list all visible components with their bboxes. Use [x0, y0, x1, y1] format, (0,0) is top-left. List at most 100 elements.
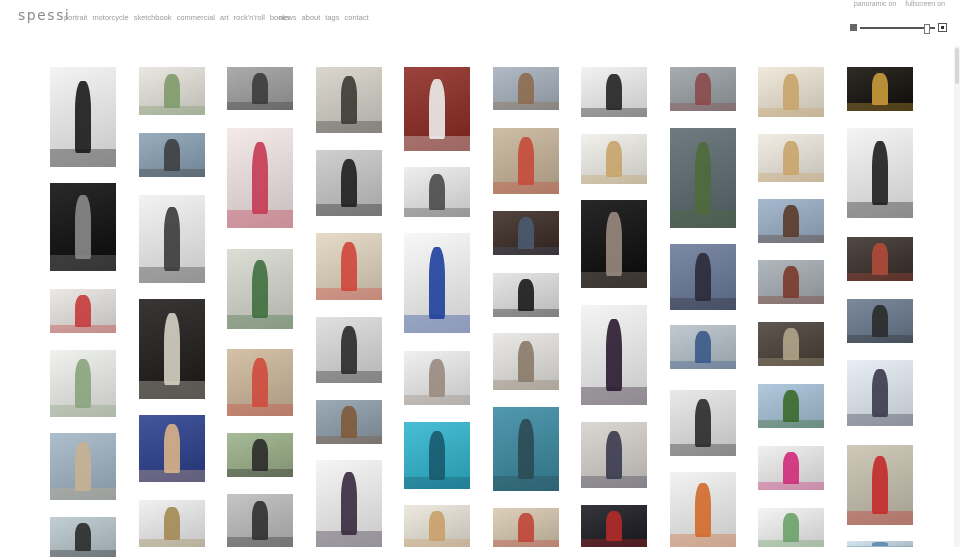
photo-subject — [518, 279, 534, 311]
photo-woman-in-field[interactable] — [670, 128, 736, 228]
photo-tray-red-flower[interactable] — [404, 505, 470, 547]
photo-handlebars-sky[interactable] — [50, 517, 116, 557]
photo-two-boys-at-table[interactable] — [493, 128, 559, 194]
photo-svepp-cans[interactable] — [847, 445, 913, 525]
photo-kitchen-mixer[interactable] — [404, 167, 470, 217]
photo-street-bw[interactable] — [227, 67, 293, 110]
photo-white-book-portrait[interactable] — [404, 351, 470, 405]
photo-subject — [75, 195, 91, 259]
photo-blue-sequin-walker[interactable] — [404, 233, 470, 333]
photo-chopper-bw[interactable] — [493, 273, 559, 317]
photo-open-book-photos[interactable] — [493, 333, 559, 390]
photo-white-book[interactable] — [758, 508, 824, 547]
photo-plate-on-tray[interactable] — [581, 134, 647, 184]
photo-woman-floral-dress[interactable] — [316, 460, 382, 547]
photo-subject — [872, 73, 888, 105]
photo-tray-clock[interactable] — [758, 67, 824, 117]
zoom-slider[interactable] — [850, 23, 948, 34]
nav-about[interactable]: about — [302, 13, 321, 22]
nav-tags[interactable]: tags — [325, 13, 339, 22]
nav-art[interactable]: art — [220, 13, 229, 22]
photo-subject — [606, 212, 622, 276]
photo-storefront-people[interactable] — [670, 325, 736, 369]
photo-diner-sign-poster[interactable] — [227, 249, 293, 329]
photo-blue-motorcycle-field[interactable] — [758, 384, 824, 428]
photo-subject — [518, 137, 534, 185]
photo-woman-dark-dress[interactable] — [581, 305, 647, 405]
photo-album-cover-white[interactable] — [50, 350, 116, 417]
fullscreen-toggle[interactable]: fullscreen on — [905, 1, 945, 8]
nav-rocknroll[interactable]: rock'n'roll — [234, 13, 265, 22]
photo-blackboard-menu[interactable] — [139, 299, 205, 399]
photo-men-in-hats-night[interactable] — [581, 505, 647, 547]
photo-bowl-and-spoon[interactable] — [139, 500, 205, 547]
photo-motorcycle-rally-crowd[interactable] — [139, 133, 205, 177]
page-scrollbar[interactable] — [954, 46, 960, 547]
small-thumbnail-icon[interactable] — [850, 24, 857, 31]
photo-magazine-pink[interactable] — [758, 446, 824, 490]
zoom-handle[interactable] — [924, 24, 930, 34]
photo-subject — [341, 406, 357, 438]
photo-subject — [252, 73, 268, 104]
photo-subject — [429, 247, 445, 319]
photo-beach-hut-motorcycle[interactable] — [316, 400, 382, 444]
photo-street-crowd[interactable] — [670, 67, 736, 111]
nav-motorcycle[interactable]: motorcycle — [92, 13, 128, 22]
photo-subject — [872, 541, 888, 547]
photo-frying-pan[interactable] — [581, 67, 647, 117]
photo-cyan-gas-station[interactable] — [404, 422, 470, 489]
photo-culture-book-cover[interactable] — [227, 494, 293, 547]
photo-nude-man-dark[interactable] — [50, 183, 116, 271]
photo-two-girls-at-table[interactable] — [316, 233, 382, 300]
photo-nude-woman-dark[interactable] — [581, 200, 647, 288]
photo-man-in-black-studio[interactable] — [50, 67, 116, 167]
nav-sketchbook[interactable]: sketchbook — [134, 13, 172, 22]
photo-warehouse-street[interactable] — [758, 199, 824, 243]
photo-man-on-sofa[interactable] — [493, 211, 559, 255]
photo-night-crowd[interactable] — [847, 67, 913, 111]
photo-person-in-snow[interactable] — [847, 360, 913, 426]
photo-blue-edge[interactable] — [847, 541, 913, 547]
photo-tray-plate[interactable] — [758, 134, 824, 182]
photo-booklet-landscapes[interactable] — [139, 67, 205, 115]
panoramic-toggle[interactable]: panoramic on — [854, 1, 896, 8]
photo-brick-buildings[interactable] — [758, 260, 824, 304]
photo-man-sitting-shop[interactable] — [847, 237, 913, 281]
photo-chopper-handlebar-road[interactable] — [227, 433, 293, 477]
photo-two-women-at-table[interactable] — [227, 349, 293, 416]
photo-old-storefronts[interactable] — [493, 67, 559, 110]
photo-woman-black-dress-bw[interactable] — [316, 317, 382, 383]
photo-motorcycle-handlebars-poster[interactable] — [50, 289, 116, 333]
photo-dragster-bw[interactable] — [316, 150, 382, 216]
site-logo[interactable]: spessi — [18, 8, 70, 24]
photo-subject — [429, 358, 445, 398]
photo-two-men-at-table[interactable] — [50, 433, 116, 500]
photo-bar-interior[interactable] — [758, 322, 824, 366]
photo-subject — [606, 431, 622, 479]
photo-subject — [164, 424, 180, 473]
photo-bald-man-bw[interactable] — [670, 390, 736, 456]
nav-news[interactable]: news — [279, 13, 297, 22]
photo-boy-orange-shirt[interactable] — [670, 472, 736, 547]
photo-subject — [783, 513, 799, 542]
photo-dancing-couple[interactable] — [316, 67, 382, 133]
photo-couple-portrait[interactable] — [581, 422, 647, 488]
photo-two-kids-table[interactable] — [493, 508, 559, 547]
photo-subject — [429, 510, 445, 542]
scrollbar-thumb[interactable] — [955, 48, 959, 84]
large-thumbnail-icon[interactable] — [938, 23, 947, 32]
photo-subject — [518, 340, 534, 382]
photo-teal-street[interactable] — [493, 407, 559, 491]
photo-subject — [252, 358, 268, 407]
photo-man-glasses-poster[interactable] — [847, 128, 913, 218]
photo-man-stage-red-curtain[interactable] — [404, 67, 470, 151]
photo-spessi-poster-band[interactable] — [227, 128, 293, 228]
nav-portrait[interactable]: portrait — [64, 13, 87, 22]
photo-mugshot-prisoner[interactable] — [139, 415, 205, 482]
nav-commercial[interactable]: commercial — [177, 13, 215, 22]
photo-man-handlebars[interactable] — [847, 299, 913, 343]
nav-contact[interactable]: contact — [344, 13, 368, 22]
photo-subject — [872, 243, 888, 275]
photo-boy-helmet-poster[interactable] — [139, 195, 205, 283]
photo-man-lying-rocks[interactable] — [670, 244, 736, 310]
